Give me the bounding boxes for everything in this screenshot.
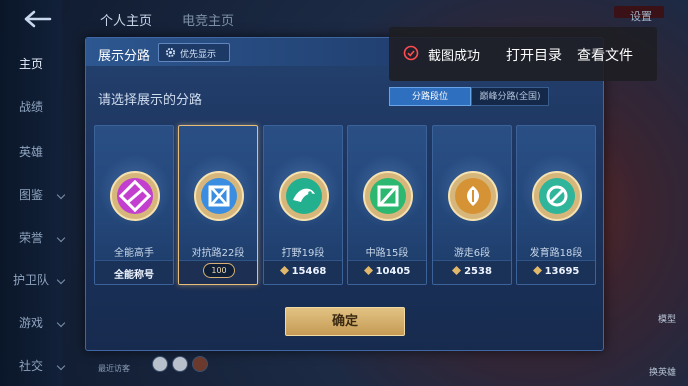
route-card-name: 游走6段: [453, 248, 491, 259]
chevron-down-icon: [56, 190, 66, 200]
route-card-points: 13695: [517, 266, 595, 277]
rank-badge: 100: [203, 263, 235, 278]
points-icon: [452, 266, 462, 275]
route-card-name: 打野19段: [281, 248, 325, 259]
sidebar-item-record[interactable]: 战绩: [0, 95, 62, 119]
sidebar-item-guard[interactable]: 护卫队: [0, 268, 66, 292]
dragon-emblem-icon: [279, 171, 329, 221]
route-card-mid-lane[interactable]: 中路15段 10405: [347, 125, 427, 285]
sidebar-item-game[interactable]: 游戏: [0, 311, 66, 335]
avatar[interactable]: [192, 356, 208, 372]
points-icon: [532, 266, 542, 275]
chevron-down-icon: [56, 318, 66, 328]
left-sidebar: 主页 战绩 英雄 图鉴 荣誉 护卫队 游戏 社交: [0, 0, 66, 386]
route-card-top-lane[interactable]: 对抗路22段 100: [178, 125, 258, 285]
route-card-jungle[interactable]: 打野19段 15468: [263, 125, 343, 285]
sidebar-item-social[interactable]: 社交: [0, 354, 66, 378]
points-icon: [279, 266, 289, 275]
sidebar-item-atlas[interactable]: 图鉴: [0, 183, 66, 207]
model-label[interactable]: 模型: [658, 312, 676, 325]
tab-esports[interactable]: 电竞主页: [182, 10, 234, 29]
confirm-button[interactable]: 确定: [285, 307, 405, 336]
view-file-link[interactable]: 查看文件: [577, 45, 633, 65]
check-circle-icon: [403, 45, 419, 61]
tab-route-rank[interactable]: 分路段位: [389, 87, 471, 106]
priority-display-label: 优先显示: [180, 50, 217, 60]
route-card-name: 中路15段: [365, 248, 409, 259]
recent-visitors-label[interactable]: 最近访客: [98, 363, 130, 374]
chevron-down-icon: [56, 233, 66, 243]
target-emblem-icon: [532, 171, 582, 221]
dialog-title: 展示分路: [98, 49, 151, 64]
sword-emblem-icon: [194, 171, 244, 221]
sidebar-item-honor[interactable]: 荣誉: [0, 226, 66, 250]
tab-peak-route[interactable]: 巅峰分路(全国): [471, 87, 549, 106]
back-arrow-icon[interactable]: [18, 8, 54, 30]
gear-icon: [165, 47, 176, 58]
route-card-name: 发育路18段: [529, 248, 583, 259]
route-card-footer: 全能称号: [114, 270, 154, 281]
route-card-bottom-lane[interactable]: 发育路18段 13695: [516, 125, 596, 285]
dialog-subtitle: 请选择展示的分路: [98, 93, 203, 108]
priority-display-button[interactable]: 优先显示: [158, 43, 230, 62]
wing-emblem-icon: [448, 171, 498, 221]
purple-emblem-icon: [110, 171, 160, 221]
avatar[interactable]: [172, 356, 188, 372]
tab-profile[interactable]: 个人主页: [100, 10, 152, 29]
route-card-name: 对抗路22段: [191, 248, 245, 259]
avatar[interactable]: [152, 356, 168, 372]
route-card-all-round[interactable]: 全能高手 全能称号: [94, 125, 174, 285]
open-directory-link[interactable]: 打开目录: [506, 45, 562, 65]
route-card-name: 全能高手: [114, 248, 154, 259]
bottom-bar: 最近访客 模型 换英雄: [62, 315, 688, 386]
settings-button[interactable]: 设置: [630, 8, 652, 24]
chevron-down-icon: [56, 275, 66, 285]
route-card-points: 10405: [348, 266, 426, 277]
toast-message: 截图成功: [428, 49, 481, 64]
sidebar-item-hero[interactable]: 英雄: [0, 140, 62, 164]
slash-emblem-icon: [363, 171, 413, 221]
route-card-points: 15468: [264, 266, 342, 277]
route-card-points: 2538: [433, 266, 511, 277]
route-card-roam[interactable]: 游走6段 2538: [432, 125, 512, 285]
sidebar-item-home[interactable]: 主页: [0, 52, 62, 76]
route-display-dialog: 展示分路 优先显示 请选择展示的分路 分路段位 巅峰分路(全国) 全能高手 全能…: [85, 37, 604, 351]
switch-hero-label[interactable]: 换英雄: [649, 365, 676, 378]
points-icon: [363, 266, 373, 275]
screenshot-toast: 截图成功 打开目录 查看文件: [389, 27, 657, 81]
